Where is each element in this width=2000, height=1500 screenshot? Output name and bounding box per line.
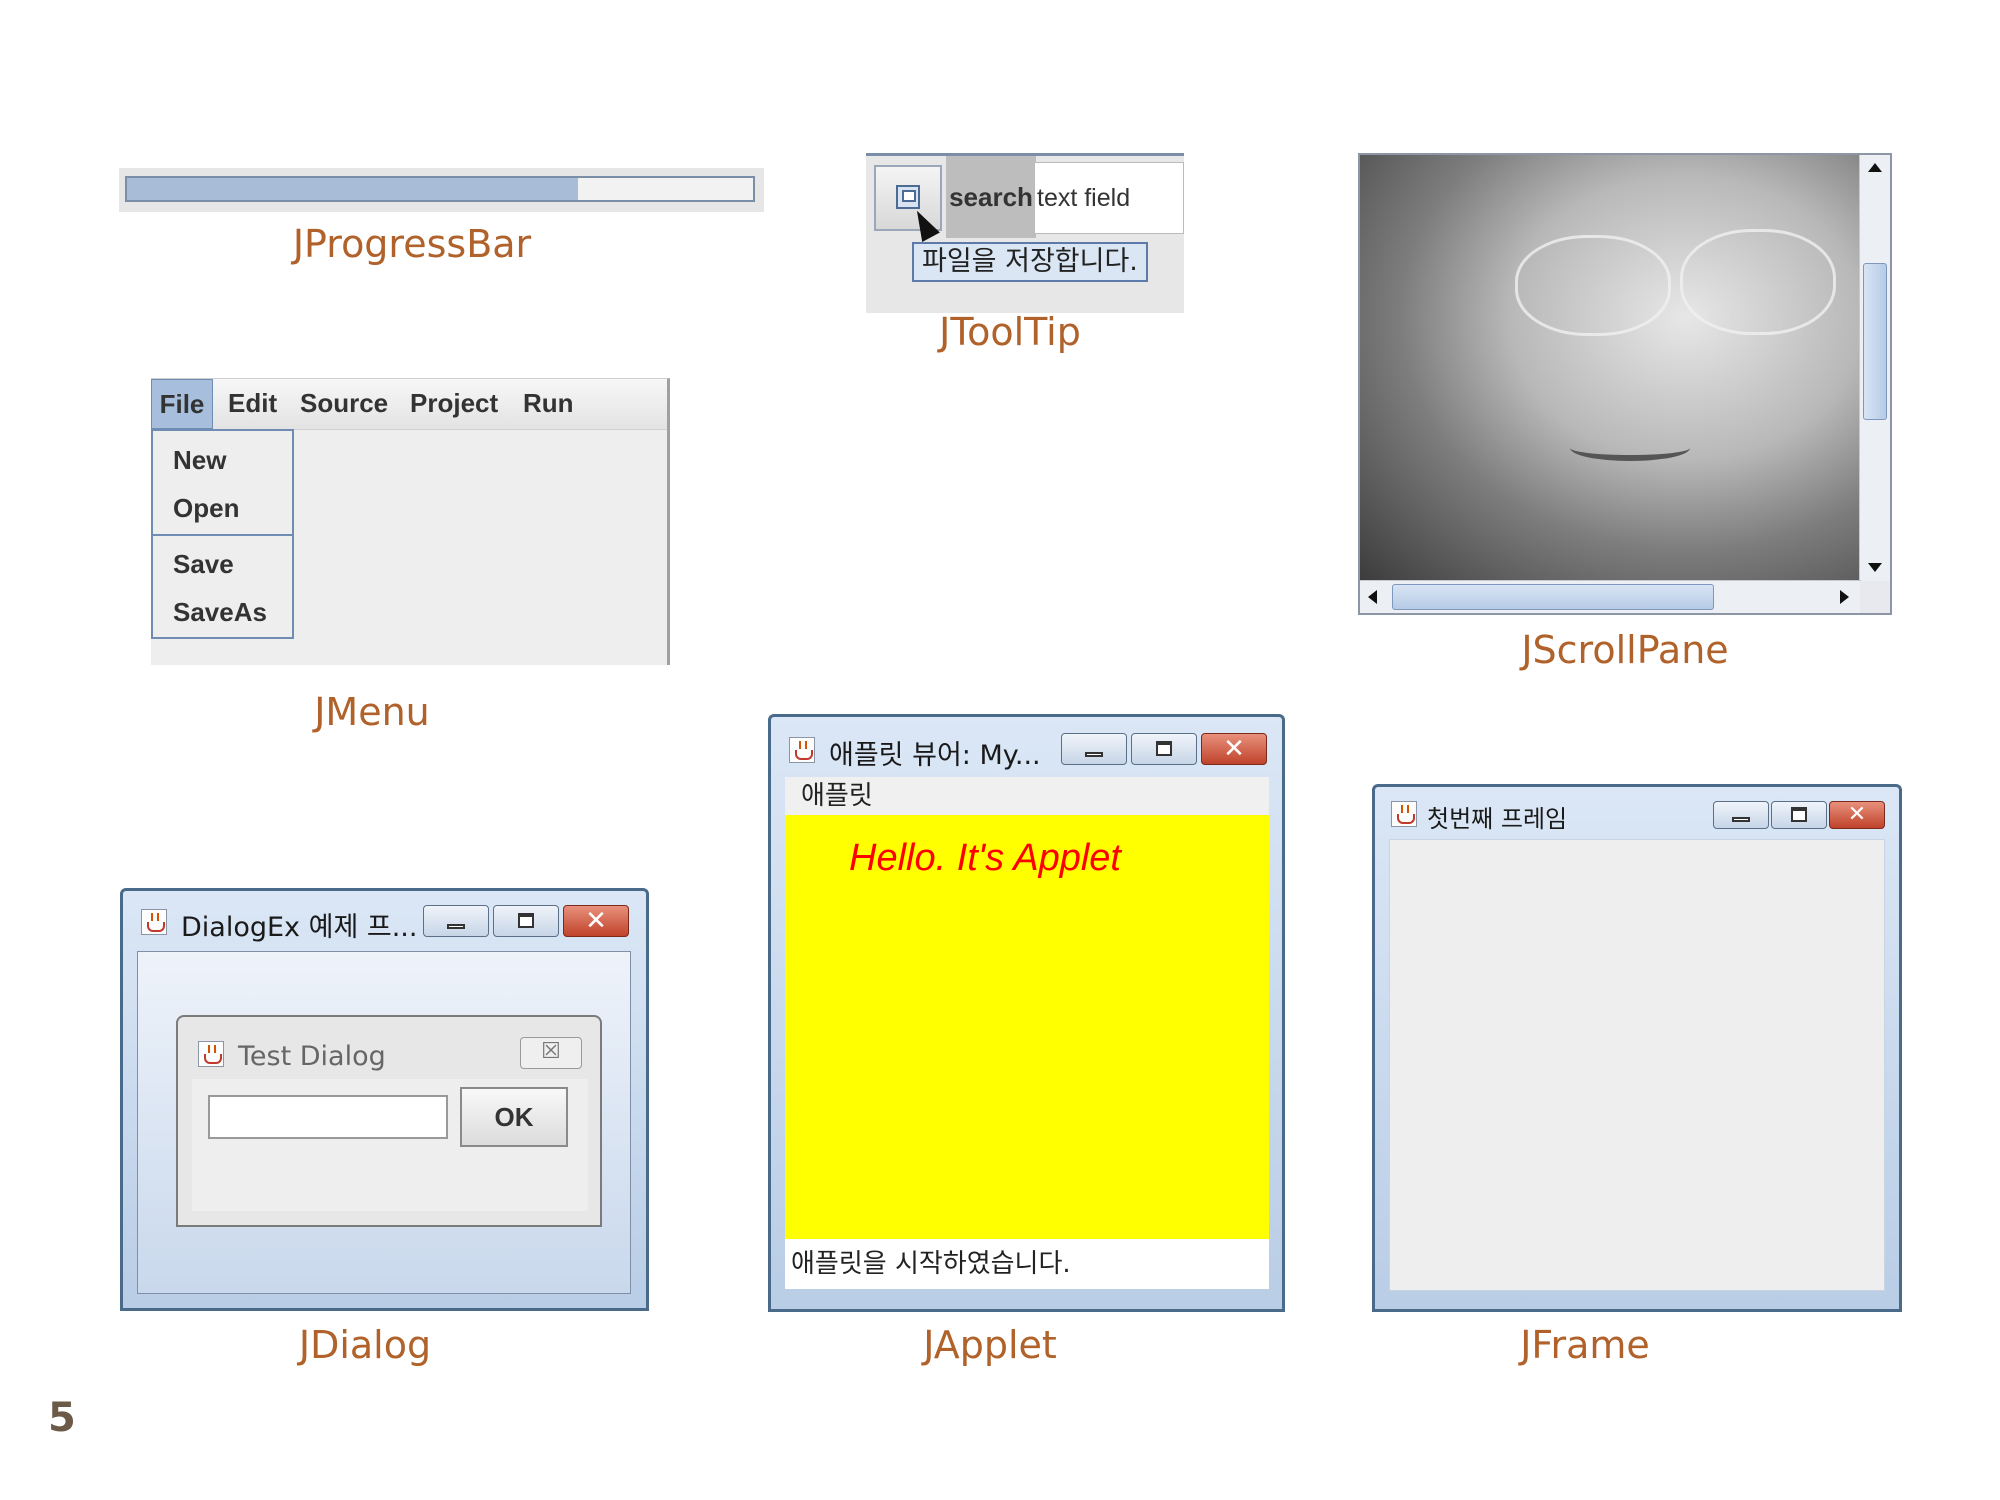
menu-item-open[interactable]: Open — [173, 493, 239, 524]
file-dropdown: New Open Save SaveAs — [151, 429, 294, 639]
frame-titlebar[interactable]: 첫번째 프레임 ✕ — [1375, 787, 1899, 847]
menu-edit[interactable]: Edit — [228, 379, 277, 429]
close-icon: ✕ — [1223, 734, 1245, 764]
close-icon: ✕ — [585, 906, 607, 936]
menu-separator — [153, 534, 292, 536]
close-button[interactable]: ✕ — [563, 905, 629, 937]
applet-caption: JApplet — [923, 1323, 1057, 1367]
frame-caption: JFrame — [1520, 1323, 1650, 1367]
scroll-up-arrow-icon[interactable] — [1868, 163, 1882, 172]
minimize-button[interactable] — [1061, 733, 1127, 765]
minimize-icon — [1085, 752, 1103, 757]
horizontal-scroll-thumb[interactable] — [1392, 584, 1714, 610]
horizontal-scrollbar[interactable] — [1360, 580, 1861, 613]
tooltip-caption: JToolTip — [939, 310, 1081, 354]
minimize-button[interactable] — [1713, 801, 1769, 829]
maximize-icon — [518, 913, 534, 928]
frame-window-title: 첫번째 프레임 — [1427, 805, 1568, 833]
menu-item-new[interactable]: New — [173, 445, 226, 476]
maximize-icon — [1156, 741, 1172, 756]
search-text-field[interactable]: text field — [1034, 162, 1184, 234]
scroll-down-arrow-icon[interactable] — [1868, 563, 1882, 572]
mouse-cursor-icon — [908, 206, 940, 242]
face-photo — [1360, 155, 1861, 583]
progress-bar-caption: JProgressBar — [292, 222, 532, 266]
dialog-parent-window: DialogEx 예제 프... ✕ Test Dialog ☒ OK — [120, 888, 649, 1311]
applet-status-bar: 애플릿을 시작하였습니다. — [785, 1239, 1269, 1289]
dialog-parent-title: DialogEx 예제 프... — [181, 912, 418, 943]
menu-run[interactable]: Run — [523, 379, 574, 429]
progress-track — [125, 176, 755, 202]
dialog-text-field[interactable] — [208, 1095, 448, 1139]
save-button[interactable] — [874, 165, 942, 242]
menu-caption: JMenu — [314, 690, 430, 734]
ok-button[interactable]: OK — [460, 1087, 568, 1147]
test-dialog-body: OK — [192, 1079, 588, 1211]
maximize-icon — [1791, 807, 1807, 822]
tooltip-popup: 파일을 저장합니다. — [912, 242, 1148, 282]
menu-sample: File Edit Source Project Run New Open Sa… — [151, 378, 670, 665]
vertical-scrollbar[interactable] — [1859, 155, 1890, 583]
glasses-lens-left — [1515, 235, 1671, 336]
java-cup-icon — [141, 909, 167, 935]
progress-fill — [127, 178, 578, 200]
applet-viewer-window: 애플릿 뷰어: My... ✕ 애플릿 Hello. It's Applet 애… — [768, 714, 1285, 1312]
dialog-caption: JDialog — [298, 1323, 432, 1367]
minimize-button[interactable] — [423, 905, 489, 937]
menubar: File Edit Source Project Run — [151, 379, 667, 430]
java-cup-icon — [1391, 801, 1417, 827]
java-cup-icon — [789, 737, 815, 763]
test-dialog-title: Test Dialog — [238, 1041, 386, 1072]
frame-content-pane — [1389, 839, 1885, 1291]
save-icon — [896, 185, 920, 209]
applet-menu[interactable]: 애플릿 — [785, 777, 1269, 815]
java-cup-icon — [198, 1041, 224, 1067]
scroll-pane-sample — [1358, 153, 1892, 615]
scroll-pane-caption: JScrollPane — [1521, 628, 1729, 672]
search-label: search — [946, 156, 1036, 238]
tooltip-sample: search text field 파일을 저장합니다. — [866, 153, 1184, 313]
menu-project[interactable]: Project — [410, 379, 498, 429]
mouth-shape — [1570, 435, 1690, 461]
minimize-icon — [447, 924, 465, 929]
glasses-lens-right — [1680, 229, 1836, 335]
first-frame-window: 첫번째 프레임 ✕ — [1372, 784, 1902, 1312]
test-dialog-close-button[interactable]: ☒ — [520, 1037, 582, 1069]
applet-window-title: 애플릿 뷰어: My... — [829, 740, 1041, 771]
dialog-parent-titlebar[interactable]: DialogEx 예제 프... ✕ — [123, 891, 646, 951]
close-button[interactable]: ✕ — [1201, 733, 1267, 765]
applet-hello-text: Hello. It's Applet — [849, 837, 1121, 879]
progress-bar-sample — [119, 168, 764, 212]
applet-canvas: Hello. It's Applet — [785, 815, 1269, 1239]
scroll-corner — [1860, 581, 1890, 613]
dialog-parent-client: Test Dialog ☒ OK — [137, 951, 631, 1294]
close-button[interactable]: ✕ — [1829, 801, 1885, 829]
applet-titlebar[interactable]: 애플릿 뷰어: My... ✕ — [771, 717, 1282, 777]
scroll-right-arrow-icon[interactable] — [1840, 590, 1849, 604]
close-icon: ✕ — [1847, 802, 1867, 827]
maximize-button[interactable] — [1771, 801, 1827, 829]
maximize-button[interactable] — [1131, 733, 1197, 765]
maximize-button[interactable] — [493, 905, 559, 937]
menu-file[interactable]: File — [151, 379, 213, 429]
scroll-left-arrow-icon[interactable] — [1368, 590, 1377, 604]
page-number: 5 — [48, 1395, 76, 1441]
test-dialog: Test Dialog ☒ OK — [176, 1015, 602, 1227]
menu-source[interactable]: Source — [300, 379, 388, 429]
menu-item-save[interactable]: Save — [173, 549, 234, 580]
vertical-scroll-thumb[interactable] — [1863, 263, 1887, 420]
minimize-icon — [1732, 817, 1750, 822]
menu-item-saveas[interactable]: SaveAs — [173, 597, 267, 628]
